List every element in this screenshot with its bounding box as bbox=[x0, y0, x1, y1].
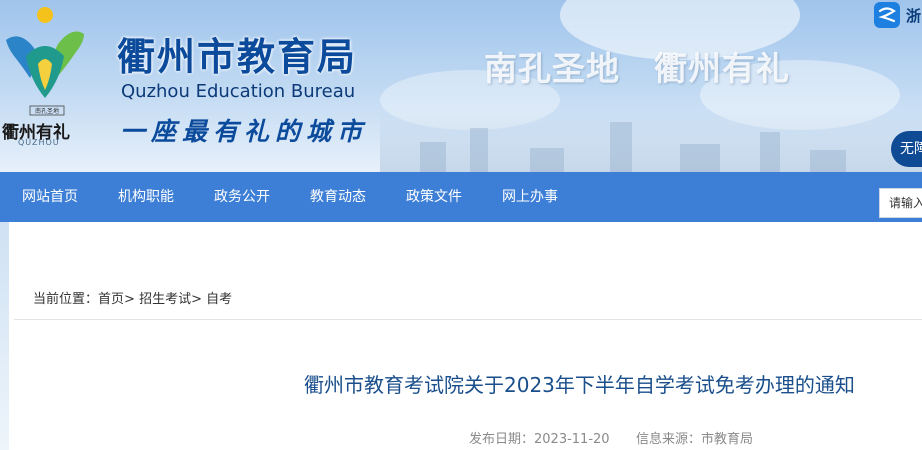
svg-text:南孔圣地: 南孔圣地 bbox=[35, 107, 59, 115]
nav-item-functions[interactable]: 机构职能 bbox=[118, 172, 174, 222]
info-source: 信息来源：市教育局 bbox=[636, 428, 753, 447]
header-banner: 南孔圣地 衢州有礼 QUZHOU 衢州市教育局 Quzhou Education… bbox=[0, 0, 922, 172]
info-source-label: 信息来源： bbox=[636, 432, 702, 447]
breadcrumb-link-self-study[interactable]: 自考 bbox=[206, 288, 232, 307]
breadcrumb-separator: > bbox=[191, 292, 202, 307]
nav-item-policy[interactable]: 政策文件 bbox=[406, 172, 462, 222]
breadcrumb-separator: > bbox=[124, 292, 135, 307]
accessibility-button[interactable]: 无障 bbox=[891, 131, 922, 167]
site-title-english: Quzhou Education Bureau bbox=[121, 81, 356, 102]
logo-emblem-icon: 南孔圣地 bbox=[6, 7, 84, 116]
breadcrumb: 当前位置：首页> 招生考试> 自考 bbox=[33, 288, 232, 307]
content-divider bbox=[14, 319, 922, 320]
publish-date: 发布日期：2023-11-20 bbox=[469, 428, 610, 447]
search-input[interactable]: 请输入 bbox=[879, 188, 922, 218]
breadcrumb-link-admissions[interactable]: 招生考试 bbox=[139, 288, 191, 307]
zhejiang-gov-link[interactable]: 浙 bbox=[872, 0, 922, 30]
logo-subtext: QUZHOU bbox=[18, 138, 60, 147]
site-logo[interactable]: 南孔圣地 衢州有礼 QUZHOU bbox=[0, 0, 96, 150]
publish-date-label: 发布日期： bbox=[469, 432, 535, 447]
city-skyline-decoration bbox=[380, 110, 922, 172]
banner-tagline: 南孔圣地 衢州有礼 bbox=[484, 49, 790, 88]
nav-item-gov-affairs[interactable]: 政务公开 bbox=[214, 172, 270, 222]
breadcrumb-link-home[interactable]: 首页 bbox=[98, 288, 124, 307]
article-title: 衢州市教育考试院关于2023年下半年自学考试免考办理的通知 bbox=[304, 373, 855, 397]
zhejiang-gov-label: 浙 bbox=[906, 7, 922, 25]
breadcrumb-prefix: 当前位置： bbox=[33, 292, 99, 307]
nav-item-news[interactable]: 教育动态 bbox=[310, 172, 366, 222]
site-title: 衢州市教育局 bbox=[117, 35, 358, 79]
publish-date-value: 2023-11-20 bbox=[534, 432, 610, 447]
zhejiang-gov-icon bbox=[874, 2, 900, 28]
side-decoration bbox=[0, 222, 9, 450]
nav-item-online-service[interactable]: 网上办事 bbox=[502, 172, 558, 222]
site-slogan: 一座最有礼的城市 bbox=[120, 117, 369, 146]
info-source-value: 市教育局 bbox=[701, 432, 754, 447]
nav-item-home[interactable]: 网站首页 bbox=[22, 172, 78, 222]
main-nav: 网站首页 机构职能 政务公开 教育动态 政策文件 网上办事 bbox=[0, 172, 922, 222]
